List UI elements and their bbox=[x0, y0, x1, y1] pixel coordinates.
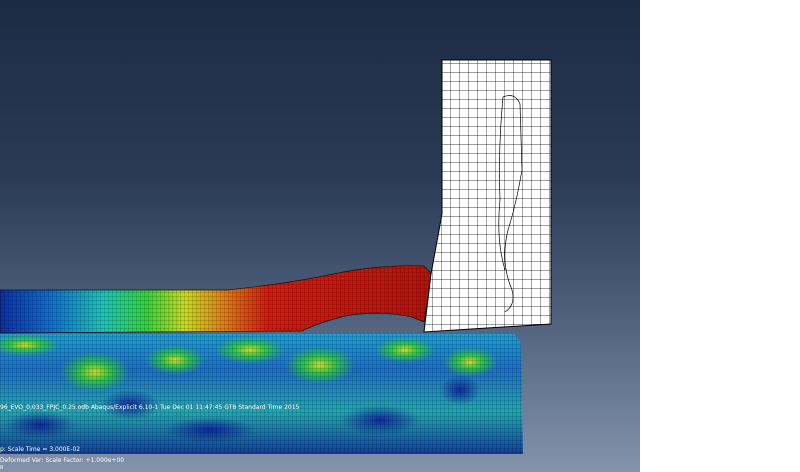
odb-info-text: 96_EVO_0,033_FPJC_0.25.odb Abaqus/Explic… bbox=[0, 404, 300, 411]
frame-text: 8 bbox=[0, 465, 4, 471]
workpiece bbox=[0, 334, 523, 454]
model-viewport[interactable]: 96_EVO_0,033_FPJC_0.25.odb Abaqus/Explic… bbox=[0, 0, 640, 472]
step-time-text: p: Scale Time = 3.000E-02 bbox=[0, 446, 81, 453]
fe-model-scene bbox=[0, 59, 552, 454]
deformed-var-text: Deformed Var: Scale Factor: +1.000e+00 bbox=[0, 457, 125, 464]
cutting-tool bbox=[423, 59, 552, 333]
chip bbox=[0, 265, 433, 334]
